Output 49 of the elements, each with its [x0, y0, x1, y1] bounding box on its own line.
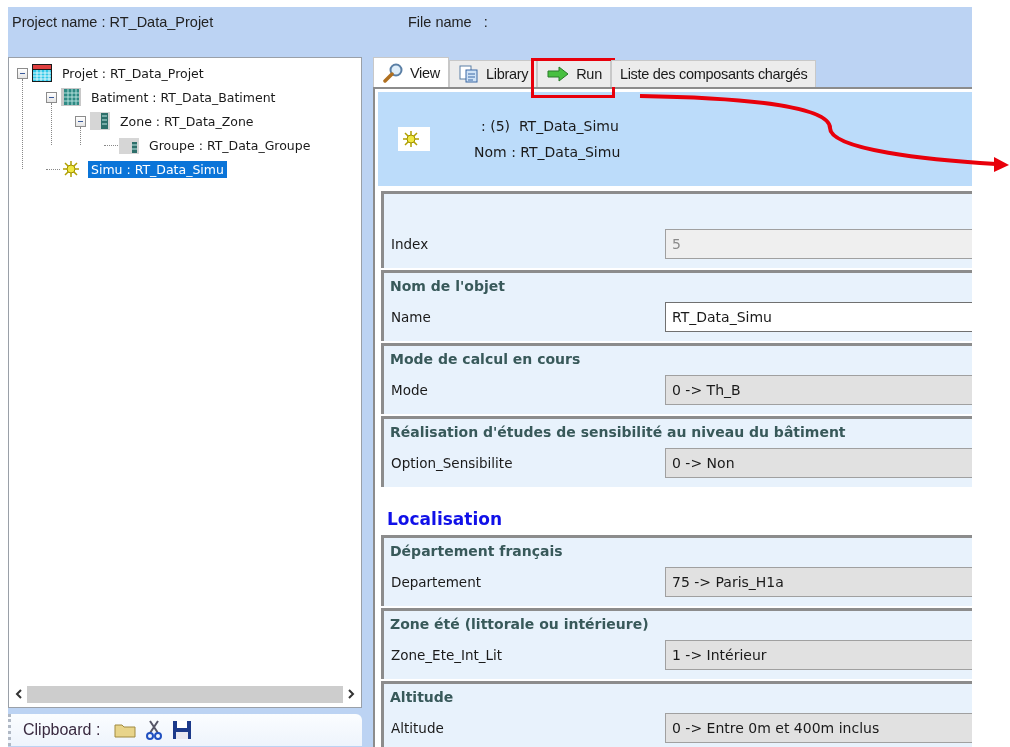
field-label: Zone_Ete_Int_Lit	[390, 647, 504, 663]
name-field[interactable]: RT_Data_Simu	[665, 302, 972, 332]
group-title: Réalisation d'études de sensibilité au niveau du bâtiment	[390, 423, 847, 442]
group-title: Département français	[390, 542, 564, 561]
scrollbar-track[interactable]	[27, 685, 343, 703]
documents-icon	[457, 65, 480, 83]
scroll-left-icon[interactable]	[15, 689, 23, 699]
value-field[interactable]: 1 -> Intérieur	[665, 640, 972, 670]
value-field[interactable]: 0 -> Non	[665, 448, 972, 478]
value-field[interactable]: 75 -> Paris_H1a	[665, 567, 972, 597]
group-title: Nom de l'objet	[390, 277, 506, 296]
magnifier-icon	[382, 62, 404, 83]
object-name: Nom : RT_Data_Simu	[474, 144, 621, 160]
tab[interactable]: Liste des composants chargés	[610, 60, 817, 87]
clipboard-label: Clipboard :	[23, 721, 101, 739]
collapse-toggle[interactable]	[46, 91, 57, 103]
field-label: Option_Sensibilite	[390, 455, 514, 471]
tree-item[interactable]: Simu : RT_Data_Simu	[88, 160, 227, 178]
tree-item[interactable]: Projet : RT_Data_Projet	[59, 64, 207, 82]
collapse-toggle[interactable]	[17, 67, 28, 79]
tab[interactable]: Library	[448, 60, 538, 87]
calendar-icon	[31, 63, 53, 83]
object-index: : (5) RT_Data_Simu	[480, 118, 620, 134]
tab[interactable]: Run	[537, 60, 611, 87]
project-name: Project name : RT_Data_Projet	[12, 14, 215, 30]
file-name: File name :	[408, 14, 488, 30]
tree-item[interactable]: Groupe : RT_Data_Groupe	[146, 136, 314, 154]
scroll-right-icon[interactable]	[347, 689, 355, 699]
sun-icon	[60, 159, 82, 179]
field-label: Mode	[390, 382, 429, 398]
group-title: Mode de calcul en cours	[390, 350, 582, 369]
field-label: Altitude	[390, 720, 445, 736]
tree-item[interactable]: Zone : RT_Data_Zone	[117, 112, 257, 130]
value-field[interactable]: 0 -> Entre 0m et 400m inclus	[665, 713, 972, 743]
panel-icon	[89, 111, 111, 131]
group-title: Altitude	[390, 688, 455, 707]
panel-icon	[118, 135, 140, 155]
value-field[interactable]: 0 -> Th_B	[665, 375, 972, 405]
field-label: Index	[390, 236, 430, 252]
collapse-toggle[interactable]	[75, 115, 86, 127]
arrow-icon	[546, 66, 571, 82]
group-title: Zone été (littorale ou intérieure)	[390, 615, 650, 634]
sun-icon	[400, 129, 422, 149]
scissors-icon[interactable]	[146, 720, 163, 740]
building-icon	[60, 87, 82, 107]
field-label: Name	[390, 309, 432, 325]
tree-item[interactable]: Batiment : RT_Data_Batiment	[88, 88, 279, 106]
field-label: Departement	[390, 574, 482, 590]
tab[interactable]: View	[373, 57, 449, 87]
